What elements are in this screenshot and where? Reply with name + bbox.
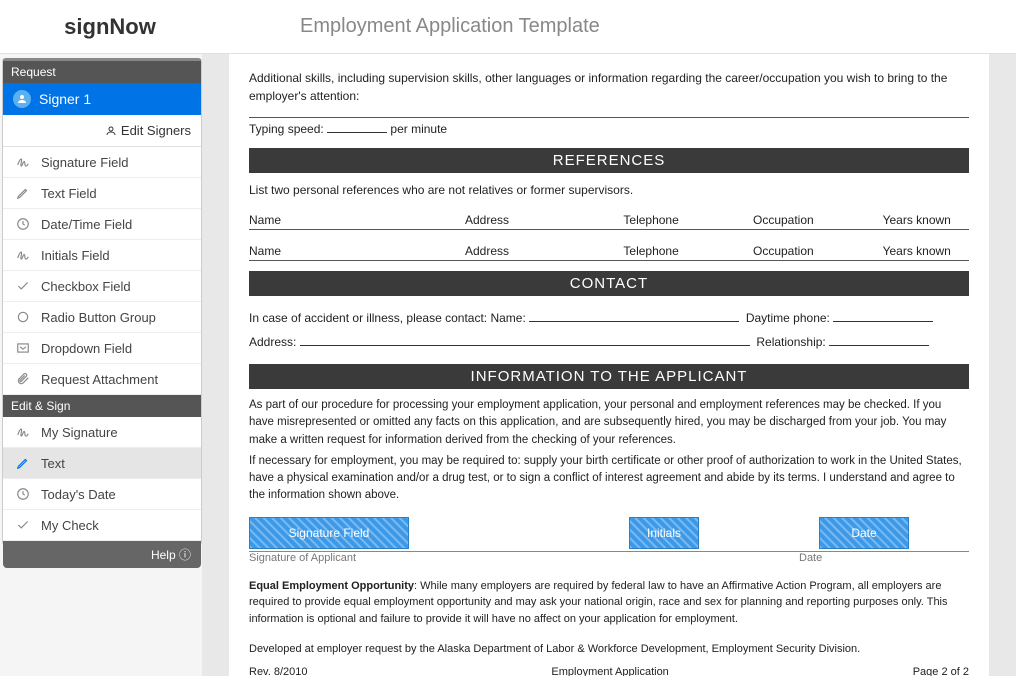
typing-speed-row: Typing speed: per minute [249,117,969,138]
dropdown-icon [15,340,31,356]
field-item-checkbox-field[interactable]: Checkbox Field [3,271,201,302]
field-item-label: Text [41,456,65,471]
logo-now: Now [109,14,155,39]
field-item-label: Signature Field [41,155,128,170]
attachment-icon [15,371,31,387]
references-header: REFERENCES [249,148,969,173]
field-item-label: Dropdown Field [41,341,132,356]
field-item-label: Radio Button Group [41,310,156,325]
field-item-text[interactable]: Text [3,448,201,479]
field-item-label: Initials Field [41,248,110,263]
eeo-text: Equal Employment Opportunity: While many… [249,578,969,628]
signature-row: Signature Field Initials Date [249,517,969,552]
field-item-dropdown-field[interactable]: Dropdown Field [3,333,201,364]
info-header: INFORMATION TO THE APPLICANT [249,364,969,389]
clock-icon [15,486,31,502]
page-number: Page 2 of 2 [913,666,969,676]
contact-line-2: Address: Relationship: [249,330,969,354]
reference-row-1: Name Address Telephone Occupation Years … [249,213,969,230]
pencil-icon [15,455,31,471]
help-button[interactable]: Help ⓘ [3,541,201,568]
footer-center-text: Employment Application [551,666,668,676]
info-icon: ⓘ [179,548,191,562]
check-icon [15,517,31,533]
person-icon [13,90,31,108]
revision-text: Rev. 8/2010 [249,666,308,676]
document-viewport[interactable]: Additional skills, including supervision… [202,54,1016,676]
field-item-label: Request Attachment [41,372,158,387]
field-item-label: Checkbox Field [41,279,131,294]
date-field-placeholder[interactable]: Date [819,517,909,549]
signature-icon [15,424,31,440]
field-item-my-check[interactable]: My Check [3,510,201,541]
contact-header: CONTACT [249,271,969,296]
logo-sign: sign [64,14,109,39]
additional-skills-text: Additional skills, including supervision… [249,69,969,105]
field-item-label: My Signature [41,425,118,440]
sig-under-label: Signature of Applicant [249,552,429,564]
contact-line-1: In case of accident or illness, please c… [249,306,969,330]
signer-label: Signer 1 [39,91,91,107]
info-paragraph-2: If necessary for employment, you may be … [249,453,969,505]
page-footer: Rev. 8/2010 Employment Application Page … [249,666,969,676]
field-item-my-signature[interactable]: My Signature [3,417,201,448]
document-page: Additional skills, including supervision… [229,54,989,676]
app-logo: signNow [0,14,220,40]
request-section-header: Request [3,61,201,83]
info-paragraph-1: As part of our procedure for processing … [249,397,969,449]
field-item-radio-button-group[interactable]: Radio Button Group [3,302,201,333]
developed-by-text: Developed at employer request by the Ala… [249,641,969,658]
signature-field-placeholder[interactable]: Signature Field [249,517,409,549]
reference-row-2: Name Address Telephone Occupation Years … [249,244,969,261]
field-item-signature-field[interactable]: Signature Field [3,147,201,178]
edit-signers-button[interactable]: Edit Signers [3,115,201,147]
field-item-initials-field[interactable]: Initials Field [3,240,201,271]
app-header: signNow Employment Application Template [0,0,1016,54]
field-item-today-s-date[interactable]: Today's Date [3,479,201,510]
field-item-date-time-field[interactable]: Date/Time Field [3,209,201,240]
editsign-section-header: Edit & Sign [3,395,201,417]
pencil-icon [15,185,31,201]
check-icon [15,278,31,294]
field-item-label: Text Field [41,186,97,201]
field-item-label: Today's Date [41,487,116,502]
typing-speed-blank [327,132,387,133]
field-item-label: My Check [41,518,99,533]
initials-icon [15,247,31,263]
radio-icon [15,309,31,325]
signer-row[interactable]: Signer 1 [3,83,201,115]
date-under-label: Date [799,552,822,564]
field-item-label: Date/Time Field [41,217,132,232]
initials-field-placeholder[interactable]: Initials [629,517,699,549]
document-title: Employment Application Template [220,15,600,38]
field-item-request-attachment[interactable]: Request Attachment [3,364,201,395]
signature-icon [15,154,31,170]
person-outline-icon [105,125,117,137]
edit-signers-label: Edit Signers [121,123,191,138]
sidebar: Request Signer 1 Edit Signers Signature … [2,58,202,546]
references-intro: List two personal references who are not… [249,181,969,199]
field-item-text-field[interactable]: Text Field [3,178,201,209]
clock-icon [15,216,31,232]
